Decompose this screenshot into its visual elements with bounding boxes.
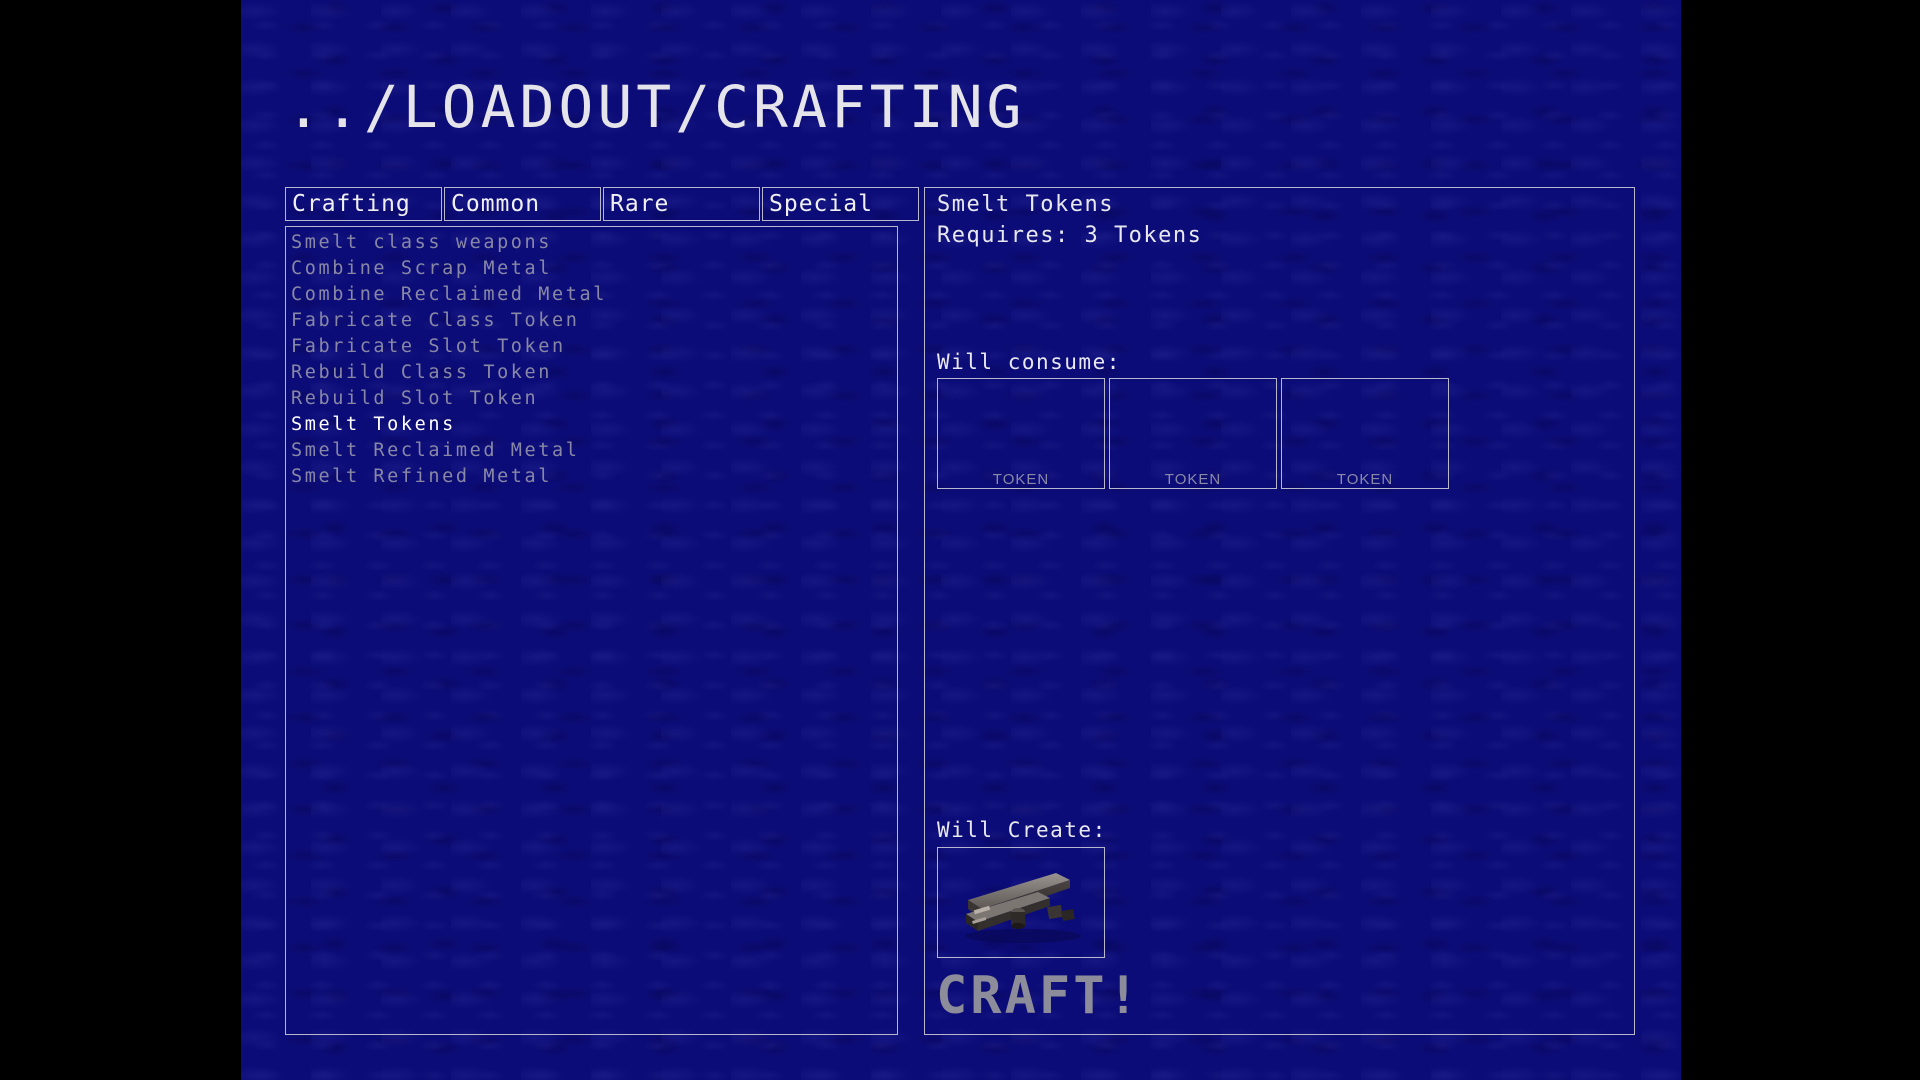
consume-slot[interactable]: TOKEN — [937, 378, 1105, 489]
list-scrollbar[interactable] — [898, 227, 916, 1034]
create-label: Will Create: — [937, 818, 1107, 842]
tab-common[interactable]: Common — [444, 187, 601, 221]
scrap-metal-icon — [965, 873, 1081, 943]
recipe-item-fabricate-slot-token[interactable]: Fabricate Slot Token — [291, 334, 607, 360]
recipe-item-fabricate-class-token[interactable]: Fabricate Class Token — [291, 308, 607, 334]
tab-special[interactable]: Special — [762, 187, 919, 221]
recipe-item-combine-scrap-metal[interactable]: Combine Scrap Metal — [291, 256, 607, 282]
recipe-item-smelt-class-weapons[interactable]: Smelt class weapons — [291, 230, 607, 256]
create-slot[interactable] — [937, 847, 1105, 958]
tab-crafting[interactable]: Crafting — [285, 187, 442, 221]
tab-rare[interactable]: Rare — [603, 187, 760, 221]
recipe-item-combine-reclaimed-metal[interactable]: Combine Reclaimed Metal — [291, 282, 607, 308]
recipe-item-smelt-refined-metal[interactable]: Smelt Refined Metal — [291, 464, 607, 490]
recipe-item-smelt-tokens[interactable]: Smelt Tokens — [291, 412, 607, 438]
page-title: ../LOADOUT/CRAFTING — [286, 73, 1026, 141]
recipe-name: Smelt Tokens — [937, 192, 1114, 217]
recipe-item-rebuild-class-token[interactable]: Rebuild Class Token — [291, 360, 607, 386]
consume-slot[interactable]: TOKEN — [1281, 378, 1449, 489]
craft-button[interactable]: CRAFT! — [936, 970, 1142, 1022]
recipe-item-smelt-reclaimed-metal[interactable]: Smelt Reclaimed Metal — [291, 438, 607, 464]
slot-label: TOKEN — [1336, 471, 1394, 488]
consume-slot[interactable]: TOKEN — [1109, 378, 1277, 489]
slot-label: TOKEN — [992, 471, 1050, 488]
consume-label: Will consume: — [937, 350, 1121, 374]
recipe-requirements: Requires: 3 Tokens — [937, 223, 1203, 248]
recipe-item-rebuild-slot-token[interactable]: Rebuild Slot Token — [291, 386, 607, 412]
recipe-list-panel: Smelt class weapons Combine Scrap Metal … — [285, 226, 898, 1035]
slot-label: TOKEN — [1164, 471, 1222, 488]
recipe-list: Smelt class weapons Combine Scrap Metal … — [291, 230, 607, 490]
